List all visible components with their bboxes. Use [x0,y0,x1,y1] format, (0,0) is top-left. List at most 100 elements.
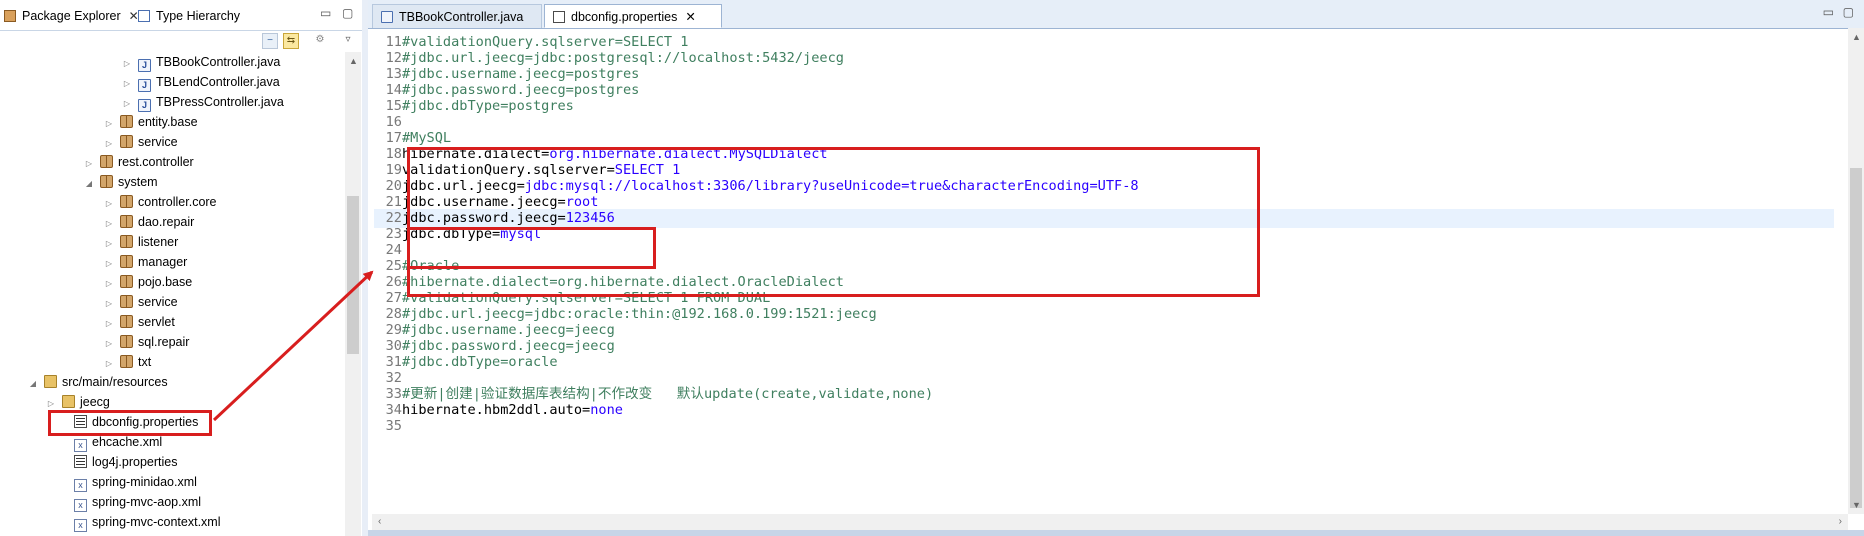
chevron-down-icon[interactable]: ▿ [340,33,356,49]
property-value: SELECT 1 [614,162,681,178]
expand-toggle-icon[interactable]: ▷ [122,74,132,94]
editor-scroll-thumb[interactable] [1850,168,1862,508]
tree-item[interactable]: ▷ J TBPressController.java [122,92,284,112]
tree-item-label: pojo.base [138,275,193,289]
tree-item-label: TBBookController.java [156,55,281,69]
expand-toggle-icon[interactable]: ▷ [104,334,114,354]
package-explorer-panel: Package Explorer ✕ Type Hierarchy ▭ ▢ − ⇆… [0,0,362,536]
tab-dbconfig-properties[interactable]: dbconfig.properties ✕ [544,4,722,28]
property-key: validationQuery.sqlserver= [402,162,615,178]
package-icon [120,335,133,348]
code-comment: #Oracle [402,258,460,274]
code-line[interactable]: 35 [374,417,1834,436]
tree-item-label: spring-mvc-aop.xml [92,495,202,509]
code-text-area[interactable]: 11#validationQuery.sqlserver=SELECT 1 12#… [374,28,1840,514]
tree-item[interactable]: ▷ dao.repair [104,212,194,232]
tree-item[interactable]: ▷ listener [104,232,178,252]
java-file-icon [381,11,393,23]
expand-toggle-icon[interactable]: ▷ [104,114,114,134]
minimize-icon[interactable]: ▭ [1823,5,1834,19]
minimize-icon[interactable]: ▭ [320,6,331,20]
maximize-icon[interactable]: ▢ [1843,5,1854,19]
tree-item[interactable]: x spring-mvc-context.xml [58,512,221,532]
package-icon [100,175,113,188]
tree-item[interactable]: log4j.properties [58,452,177,472]
properties-file-icon [553,11,565,23]
tree-item[interactable]: ▷ service [104,292,178,312]
tree-item[interactable]: ▷ servlet [104,312,175,332]
xml-file-icon: x [74,519,87,532]
tree-item[interactable]: ▷ J TBLendController.java [122,72,280,92]
tab-tbbookcontroller[interactable]: TBBookController.java [372,4,542,28]
close-icon[interactable]: ✕ [685,10,695,24]
expand-toggle-icon[interactable]: ▷ [104,354,114,374]
code-comment: #hibernate.dialect=org.hibernate.dialect… [402,274,844,290]
scroll-left-icon[interactable]: ‹ [378,516,381,527]
tree-item[interactable]: ▷ entity.base [104,112,198,132]
tree-item[interactable]: ▷ manager [104,252,187,272]
expand-toggle-icon[interactable]: ▷ [104,214,114,234]
editor-horizontal-scrollbar[interactable]: ‹ › [372,514,1848,530]
tab-type-hierarchy[interactable]: Type Hierarchy [138,5,240,27]
code-comment: #jdbc.dbType=postgres [402,98,574,114]
expand-toggle-icon[interactable]: ▷ [104,274,114,294]
tree-item-label: service [138,295,178,309]
tree-item-label: dao.repair [138,215,195,229]
tree-item-label: ehcache.xml [92,435,163,449]
tree-item[interactable]: ▷ service [104,132,178,152]
expand-toggle-icon[interactable]: ▷ [104,314,114,334]
tab-package-explorer[interactable]: Package Explorer ✕ [4,5,145,27]
expand-toggle-icon[interactable]: ▷ [46,394,56,414]
expand-toggle-icon[interactable]: ◢ [84,174,94,194]
view-menu-icon[interactable]: ⚙ [312,33,328,49]
expand-toggle-icon[interactable]: ▷ [104,194,114,214]
expand-toggle-icon[interactable]: ▷ [122,94,132,114]
expand-toggle-icon[interactable]: ◢ [28,374,38,394]
tree-item-label: TBPressController.java [156,95,284,109]
explorer-scroll-thumb[interactable] [347,196,359,354]
maximize-icon[interactable]: ▢ [342,6,353,20]
tree-item[interactable]: ▷ sql.repair [104,332,189,352]
scroll-up-icon[interactable]: ▲ [349,56,358,66]
link-with-editor-icon[interactable]: ⇆ [283,33,299,49]
scroll-right-icon[interactable]: › [1839,516,1842,527]
tree-item[interactable]: ▷ J TBBookController.java [122,52,280,72]
property-value: jdbc:mysql://localhost:3306/library?useU… [524,178,1139,194]
package-icon [120,275,133,288]
property-key: jdbc.password.jeecg= [402,210,566,226]
editor-vertical-scrollbar[interactable]: ▲ ▼ [1848,28,1864,514]
scroll-down-icon[interactable]: ▼ [1852,500,1861,510]
xml-file-icon: x [74,439,87,452]
expand-toggle-icon[interactable]: ▷ [84,154,94,174]
tree-item-label: manager [138,255,188,269]
collapse-all-icon[interactable]: − [262,33,278,49]
package-icon [120,135,133,148]
package-icon [120,255,133,268]
package-icon [120,355,133,368]
expand-toggle-icon[interactable]: ▷ [104,134,114,154]
left-tab-bar: Package Explorer ✕ Type Hierarchy ▭ ▢ [0,0,362,31]
editor-area: TBBookController.java dbconfig.propertie… [368,0,1864,536]
expand-toggle-icon[interactable]: ▷ [104,294,114,314]
scroll-up-icon[interactable]: ▲ [1852,32,1861,42]
tree-item[interactable]: x ehcache.xml [58,432,162,452]
tree-item[interactable]: ▷ txt [104,352,151,372]
tree-item[interactable]: x spring-minidao.xml [58,472,197,492]
property-key: jdbc.url.jeecg= [402,178,525,194]
xml-file-icon: x [74,479,87,492]
explorer-toolbar: − ⇆ ⚙ ▿ [0,30,362,52]
expand-toggle-icon[interactable]: ▷ [122,54,132,74]
expand-toggle-icon[interactable]: ▷ [104,234,114,254]
tree-item[interactable]: ▷ jeecg [46,392,110,412]
tree-item-label: txt [138,355,152,369]
tree-item[interactable]: x spring-mvc-aop.xml [58,492,201,512]
tree-item[interactable]: ▷ rest.controller [84,152,194,172]
tree-item[interactable]: ◢ system [84,172,158,192]
tree-item[interactable]: ▷ controller.core [104,192,217,212]
tree-item-label: dbconfig.properties [92,415,199,429]
tree-item[interactable]: dbconfig.properties [58,412,198,432]
tree-item[interactable]: ◢ src/main/resources [28,372,168,392]
package-icon [120,315,133,328]
expand-toggle-icon[interactable]: ▷ [104,254,114,274]
tree-item[interactable]: ▷ pojo.base [104,272,192,292]
